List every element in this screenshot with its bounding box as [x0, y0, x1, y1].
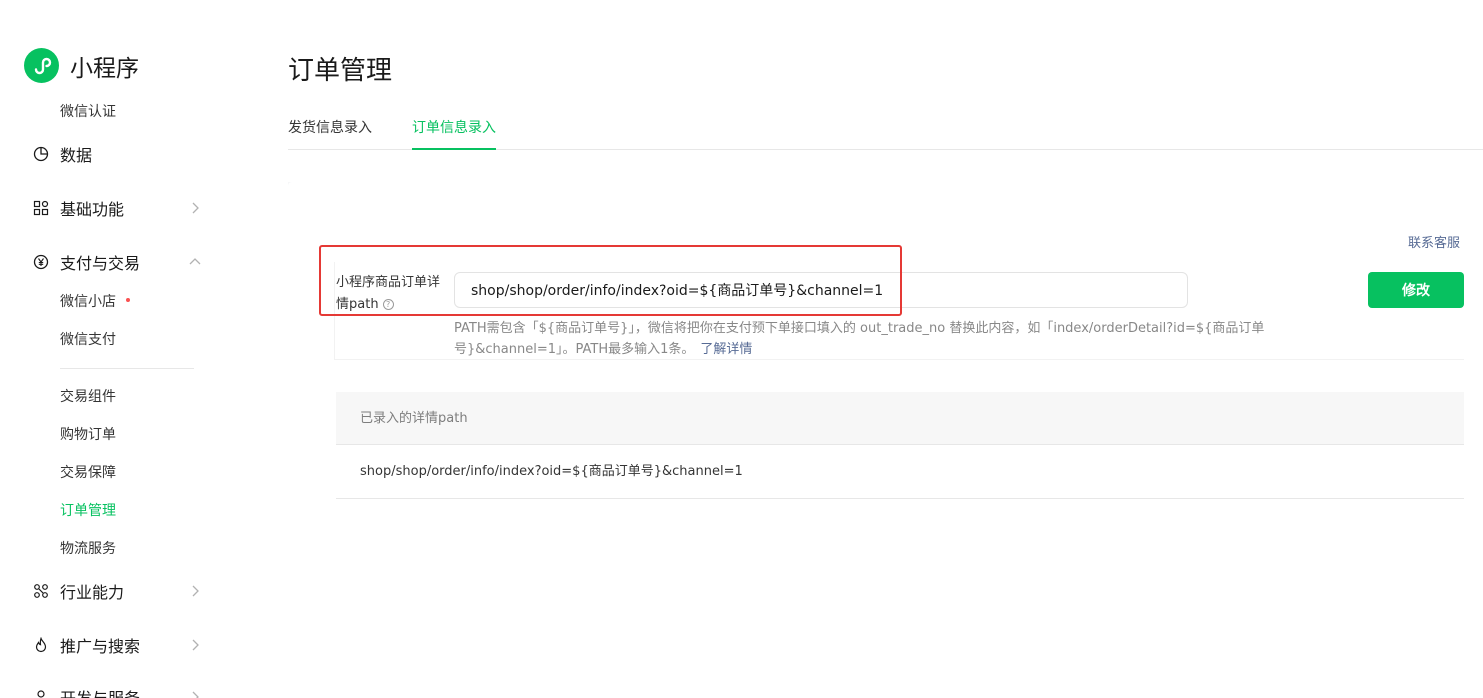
sidebar-group-label: 数据: [60, 146, 93, 165]
sidebar-item-order-management[interactable]: 订单管理: [60, 501, 116, 521]
sidebar-group-basic[interactable]: 基础功能: [33, 195, 203, 221]
sidebar-group-label: 行业能力: [60, 583, 125, 602]
sidebar-item-label: 微信小店: [60, 294, 116, 310]
learn-more-link[interactable]: 了解详情: [700, 342, 752, 357]
contact-support-link[interactable]: 联系客服: [1408, 232, 1460, 251]
yen-circle-icon: [33, 254, 49, 270]
sidebar-group-dev[interactable]: 开发与服务: [33, 684, 203, 698]
modify-button[interactable]: 修改: [1368, 272, 1464, 308]
sidebar-item-wechat-shop[interactable]: 微信小店: [60, 292, 130, 312]
sidebar-group-label: 推广与搜索: [60, 637, 141, 656]
sidebar-item-wechat-pay[interactable]: 微信支付: [60, 330, 116, 350]
chevron-right-icon: [192, 202, 199, 214]
pie-chart-icon: [33, 146, 49, 162]
sidebar-item-trade-guarantee[interactable]: 交易保障: [60, 463, 116, 483]
flame-icon: [33, 637, 49, 653]
new-dot-badge: [126, 298, 130, 302]
sidebar-group-label: 支付与交易: [60, 254, 141, 273]
user-icon: [33, 689, 49, 698]
tab-shipping-info[interactable]: 发货信息录入: [288, 118, 372, 150]
tab-order-info[interactable]: 订单信息录入: [412, 118, 496, 150]
chevron-right-icon: [192, 691, 199, 698]
chevron-up-icon: [189, 258, 201, 265]
sidebar-group-label: 开发与服务: [60, 685, 140, 698]
sidebar-item-shopping-orders[interactable]: 购物订单: [60, 425, 116, 445]
sidebar-group-pay[interactable]: 支付与交易: [33, 249, 203, 275]
app-root: 小程序 微信认证 数据 基础功能 支付与交易 微信小店 微信支付 交易组件 购物…: [0, 0, 1483, 698]
table-row: shop/shop/order/info/index?oid=${商品订单号}&…: [336, 445, 1464, 499]
page-title: 订单管理: [288, 56, 393, 86]
sidebar-item-logistics[interactable]: 物流服务: [60, 539, 116, 559]
tab-bar: 发货信息录入 订单信息录入: [288, 118, 1483, 150]
path-table: 已录入的详情path shop/shop/order/info/index?oi…: [336, 392, 1464, 499]
help-question-icon[interactable]: ?: [382, 299, 394, 310]
sidebar-group-label: 基础功能: [60, 200, 125, 219]
path-field-label: 小程序商品订单详情path?: [336, 272, 441, 316]
order-detail-path-input[interactable]: [454, 272, 1188, 308]
sidebar: 小程序 微信认证 数据 基础功能 支付与交易 微信小店 微信支付 交易组件 购物…: [0, 0, 240, 698]
sidebar-divider: [60, 368, 194, 369]
path-hint-text: PATH需包含「${商品订单号}」，微信将把你在支付预下单接口填入的 out_t…: [454, 321, 1265, 357]
chevron-right-icon: [192, 585, 199, 597]
brand[interactable]: 小程序: [24, 48, 139, 83]
miniprogram-logo-icon: [24, 48, 59, 83]
chevron-right-icon: [192, 639, 199, 651]
brand-title: 小程序: [70, 55, 139, 82]
path-hint: PATH需包含「${商品订单号}」，微信将把你在支付预下单接口填入的 out_t…: [454, 318, 1334, 360]
sidebar-item-trade-component[interactable]: 交易组件: [60, 387, 116, 407]
nodes-icon: [33, 583, 49, 599]
grid-icon: [33, 200, 49, 216]
table-header: 已录入的详情path: [336, 392, 1464, 445]
sidebar-item-wechat-auth[interactable]: 微信认证: [60, 102, 116, 122]
sidebar-group-industry[interactable]: 行业能力: [33, 578, 203, 604]
sidebar-group-promo[interactable]: 推广与搜索: [33, 632, 203, 658]
sidebar-group-data[interactable]: 数据: [33, 141, 203, 167]
